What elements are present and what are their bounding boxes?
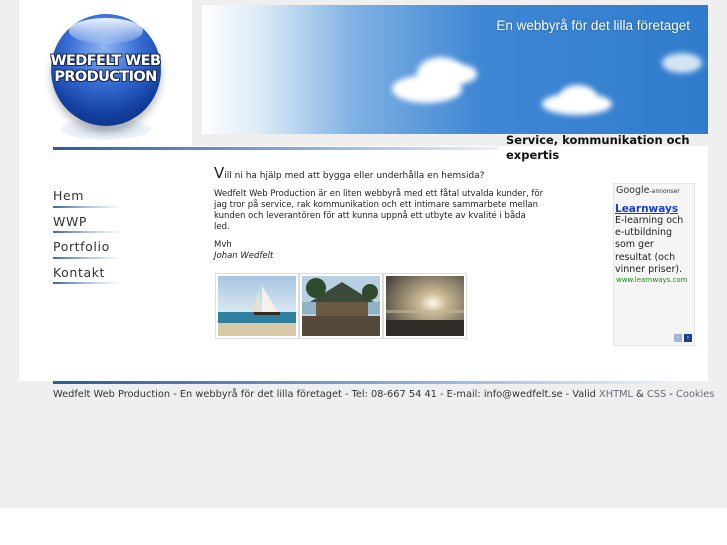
cloud-shape — [447, 65, 477, 83]
intro-paragraph: Wedfelt Web Production är en liten webby… — [214, 189, 544, 232]
ad-prev-icon[interactable]: ‹ — [674, 334, 682, 342]
pavilion-image-icon — [302, 276, 380, 336]
headline-text: ill ni ha hjälp med att bygga eller unde… — [224, 171, 485, 181]
thumbnail-sunset[interactable] — [384, 274, 466, 338]
footer-text: Wedfelt Web Production - En webbyrå för … — [53, 389, 596, 400]
nav-underline — [53, 256, 121, 259]
cookies-link[interactable]: Cookies — [676, 389, 714, 400]
footer-divider — [53, 381, 680, 384]
logo-highlight — [69, 18, 143, 44]
banner-tagline: En webbyrå för det lilla företaget — [496, 18, 690, 33]
nav-item-kontakt[interactable]: Kontakt — [53, 264, 143, 290]
main-navigation: Hem WWP Portfolio Kontakt — [53, 187, 143, 289]
signature: Johan Wedfelt — [214, 251, 274, 261]
nav-underline — [53, 231, 121, 233]
main-content: Vill ni ha hjälp med att bygga eller und… — [214, 166, 544, 262]
sailboat-image-icon — [218, 276, 296, 336]
footer-separator: - — [669, 389, 673, 400]
nav-item-label: Hem — [53, 188, 85, 203]
thumbnail-pavilion[interactable] — [300, 274, 382, 338]
nav-item-hem[interactable]: Hem — [53, 187, 143, 213]
header-banner: En webbyrå för det lilla företaget — [202, 5, 708, 134]
greeting: Mvh — [214, 240, 232, 250]
google-ads-label: Google-annonser — [616, 185, 680, 196]
nav-underline — [53, 282, 121, 284]
ad-next-icon[interactable]: › — [684, 334, 692, 342]
thumbnail-sailboat[interactable] — [216, 274, 298, 338]
header-divider — [53, 147, 498, 150]
cloud-shape — [560, 85, 596, 107]
nav-underline — [53, 205, 121, 208]
nav-item-portfolio[interactable]: Portfolio — [53, 238, 143, 264]
footer-ampersand: & — [636, 389, 644, 400]
nav-item-label: Kontakt — [53, 264, 106, 280]
logo-text: WEDFELT WEB PRODUCTION — [50, 53, 161, 85]
xhtml-link[interactable]: XHTML — [599, 389, 633, 400]
google-word: Google — [616, 185, 650, 196]
nav-item-label: Portfolio — [53, 239, 110, 254]
sunset-image-icon — [386, 276, 464, 336]
nav-item-label: WWP — [53, 213, 88, 229]
ad-title-link[interactable]: Learnways — [615, 203, 678, 215]
bottom-strip — [0, 508, 727, 545]
nav-item-wwp[interactable]: WWP — [53, 213, 143, 239]
ad-body-text: E-learning och e-utbildning som ger resu… — [615, 215, 684, 275]
cloud-shape — [662, 53, 702, 73]
site-footer: Wedfelt Web Production - En webbyrå för … — [53, 389, 714, 400]
site-subtitle: Service, kommunikation och expertis — [506, 133, 690, 162]
google-suffix: -annonser — [649, 188, 680, 195]
intro-headline: Vill ni ha hjälp med att bygga eller und… — [214, 166, 544, 182]
ad-url-link[interactable]: www.learnways.com — [616, 276, 687, 284]
css-link[interactable]: CSS — [647, 389, 666, 400]
site-logo[interactable]: WEDFELT WEB PRODUCTION — [19, 0, 192, 146]
google-ad-box: Google-annonser Learnways E-learning och… — [613, 183, 695, 346]
headline-dropcap: V — [214, 164, 225, 182]
